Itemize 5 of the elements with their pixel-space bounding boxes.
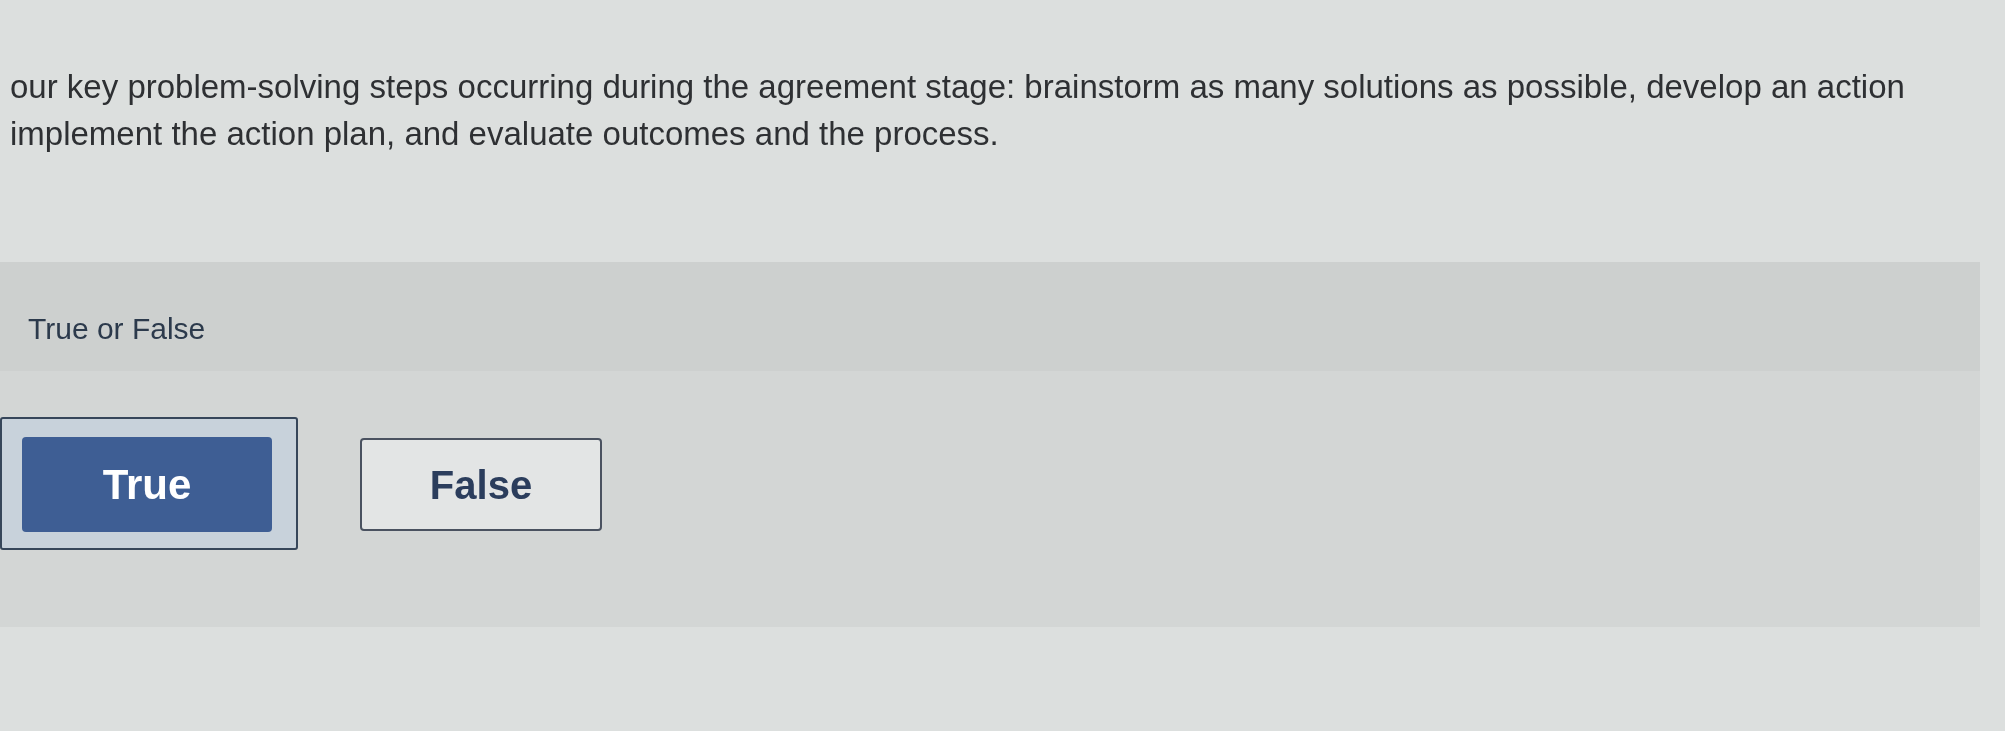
answer-option-button[interactable]: False (360, 438, 602, 531)
statement-line: implement the action plan, and evaluate outcomes and the process. (9, 114, 999, 154)
statement-line: our key problem-solving steps occurring during the agreement stage: brainstorm as many solutions as possible, develop an action (9, 67, 1905, 107)
answer-option-button[interactable]: True (22, 437, 272, 532)
question-prompt: True or False (28, 312, 206, 345)
